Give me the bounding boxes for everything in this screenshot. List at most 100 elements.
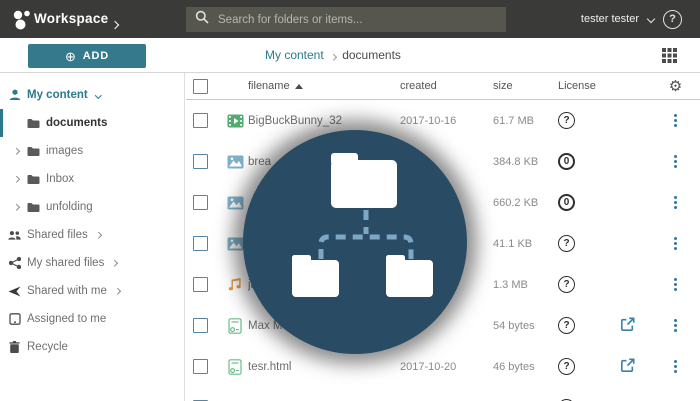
user-menu[interactable]: tester tester ?	[581, 0, 682, 38]
breadcrumb-current: documents	[342, 48, 401, 62]
row-checkbox[interactable]	[193, 113, 208, 128]
table-row[interactable]: ?	[186, 387, 700, 401]
plus-circle-icon: ⊕	[65, 50, 77, 63]
column-header-filename[interactable]: filename	[248, 80, 400, 92]
add-button[interactable]: ⊕ ADD	[28, 44, 146, 68]
sidebar-item-label: My content	[27, 89, 88, 101]
sidebar-item-images[interactable]: images	[0, 137, 184, 165]
created-cell: 2017-10-16	[400, 115, 475, 127]
person-icon	[8, 89, 21, 101]
breadcrumb-root-link[interactable]: My content	[265, 48, 324, 62]
clipboard-icon	[8, 313, 21, 325]
sidebar-item-label: Shared with me	[27, 285, 107, 297]
chevron-right-icon	[96, 233, 101, 238]
size-cell: 660.2 KB	[475, 197, 547, 209]
kebab-menu-icon[interactable]	[674, 119, 677, 122]
external-link-icon[interactable]	[620, 358, 635, 376]
toolbar: ⊕ ADD My content documents	[0, 38, 700, 73]
created-cell: 2017-10-20	[400, 361, 475, 373]
license-icon: ?	[558, 235, 575, 252]
folder-icon	[27, 118, 40, 129]
size-cell: 41.1 KB	[475, 238, 547, 250]
external-link-icon[interactable]	[620, 317, 635, 335]
sidebar-item-inbox[interactable]: Inbox	[0, 165, 184, 193]
sidebar-item-recycle[interactable]: Recycle	[0, 333, 184, 361]
sidebar-item-label: Shared files	[27, 229, 88, 241]
sidebar-item-label: documents	[46, 117, 107, 129]
sidebar-item-label: Inbox	[46, 173, 74, 185]
size-cell: 54 bytes	[475, 320, 547, 332]
user-name: tester tester	[581, 13, 639, 25]
trash-icon	[8, 341, 21, 353]
sort-ascending-icon	[295, 84, 303, 89]
filename-cell[interactable]: tesr.html	[248, 361, 400, 373]
search-bar[interactable]	[186, 7, 506, 32]
license-icon: 0	[558, 194, 575, 211]
size-cell: 46 bytes	[475, 361, 547, 373]
chevron-right-icon[interactable]	[14, 149, 22, 154]
app-logo-icon[interactable]	[10, 7, 34, 36]
people-icon	[8, 230, 21, 241]
search-icon	[195, 10, 209, 29]
filename-cell[interactable]: BigBuckBunny_32	[248, 115, 400, 127]
license-icon: ?	[558, 276, 575, 293]
kebab-menu-icon[interactable]	[674, 160, 677, 163]
share-icon	[8, 257, 21, 269]
license-icon: 0	[558, 153, 575, 170]
chevron-right-icon[interactable]	[112, 15, 118, 33]
row-checkbox[interactable]	[193, 236, 208, 251]
sidebar-item-label: My shared files	[27, 257, 104, 269]
chevron-right-icon[interactable]	[14, 177, 22, 182]
send-icon	[8, 286, 21, 297]
sidebar-item-label: unfolding	[46, 201, 93, 213]
row-checkbox[interactable]	[193, 195, 208, 210]
row-checkbox[interactable]	[193, 359, 208, 374]
sidebar-item-shared-files[interactable]: Shared files	[0, 221, 184, 249]
kebab-menu-icon[interactable]	[674, 201, 677, 204]
folder-icon	[27, 146, 40, 157]
help-icon[interactable]: ?	[663, 10, 682, 29]
sidebar-item-my-content[interactable]: My content	[0, 81, 184, 109]
license-icon: ?	[558, 112, 575, 129]
row-checkbox[interactable]	[193, 318, 208, 333]
kebab-menu-icon[interactable]	[674, 283, 677, 286]
chevron-right-icon	[115, 289, 120, 294]
sidebar-item-label: Assigned to me	[27, 313, 106, 325]
sidebar: My content documents images Inbox unfold…	[0, 73, 185, 401]
sidebar-item-unfolding[interactable]: unfolding	[0, 193, 184, 221]
row-checkbox[interactable]	[193, 154, 208, 169]
size-cell: 61.7 MB	[475, 115, 547, 127]
chevron-down-icon	[96, 93, 101, 98]
video-file-icon	[222, 114, 248, 128]
select-all-checkbox[interactable]	[193, 79, 208, 94]
top-header-bar: Workspace tester tester ?	[0, 0, 700, 38]
sidebar-item-assigned-to-me[interactable]: Assigned to me	[0, 305, 184, 333]
workspace-app: Workspace tester tester ? ⊕ ADD My conte…	[0, 0, 700, 401]
sidebar-item-my-shared-files[interactable]: My shared files	[0, 249, 184, 277]
kebab-menu-icon[interactable]	[674, 365, 677, 368]
license-icon: ?	[558, 317, 575, 334]
table-header-row: filename created size License ⚙	[186, 73, 700, 100]
table-settings-gear-icon[interactable]: ⚙	[669, 79, 682, 94]
chevron-right-icon[interactable]	[14, 205, 22, 210]
license-icon: ?	[558, 358, 575, 375]
folder-hierarchy-illustration	[243, 130, 467, 354]
column-header-created[interactable]: created	[400, 80, 475, 92]
app-title: Workspace	[34, 11, 109, 26]
chevron-right-icon	[112, 261, 117, 266]
row-checkbox[interactable]	[193, 277, 208, 292]
column-header-size[interactable]: size	[475, 80, 547, 92]
sidebar-item-label: images	[46, 145, 83, 157]
grid-view-icon[interactable]	[662, 48, 677, 68]
size-cell: 384.8 KB	[475, 156, 547, 168]
kebab-menu-icon[interactable]	[674, 242, 677, 245]
folder-icon	[27, 174, 40, 185]
html-file-icon	[222, 359, 248, 375]
kebab-menu-icon[interactable]	[674, 324, 677, 327]
sidebar-item-documents[interactable]: documents	[0, 109, 184, 137]
sidebar-item-shared-with-me[interactable]: Shared with me	[0, 277, 184, 305]
search-input[interactable]	[218, 14, 488, 26]
chevron-down-icon	[648, 9, 654, 27]
folder-hierarchy-overlay	[243, 130, 467, 354]
column-header-license[interactable]: License	[547, 80, 600, 92]
